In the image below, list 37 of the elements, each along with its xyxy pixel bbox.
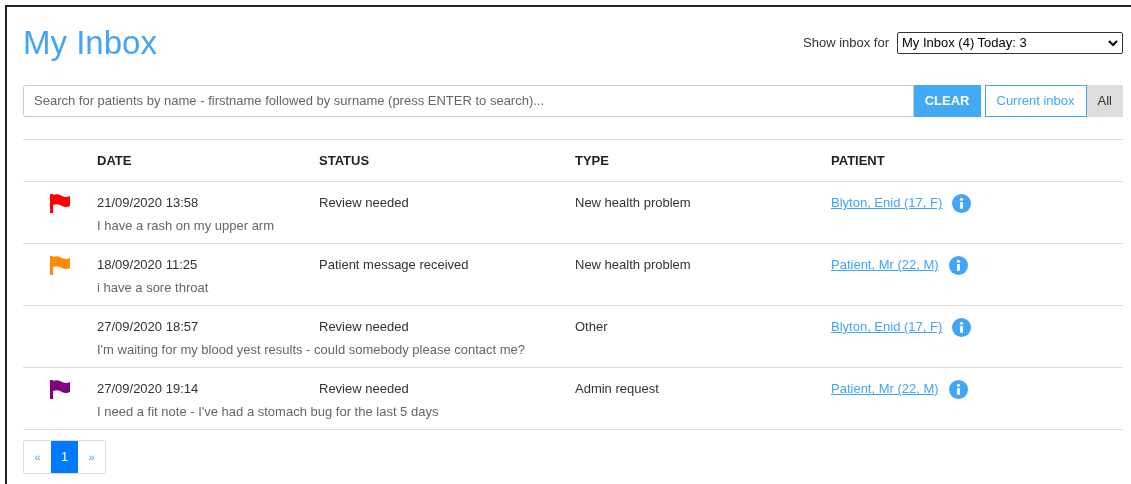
type-text: Other	[575, 319, 608, 335]
patient-link[interactable]: Patient, Mr (22, M)	[831, 379, 939, 399]
message-preview: I need a fit note - I've had a stomach bug for the last 5 days	[97, 404, 439, 419]
status-text: Review needed	[319, 319, 409, 335]
message-preview: I'm waiting for my blood yest results - could somebody please contact me?	[97, 342, 526, 357]
page-button[interactable]: 1	[51, 441, 78, 473]
date-text: 27/09/2020 18:57	[97, 319, 199, 335]
filter-tab[interactable]: Current inbox	[984, 85, 1087, 117]
info-icon[interactable]	[952, 317, 972, 337]
info-icon[interactable]	[948, 379, 968, 399]
date-text: 27/09/2020 19:14	[97, 381, 199, 397]
filter-tab[interactable]: All	[1086, 85, 1123, 117]
date-text: 21/09/2020 13:58	[97, 195, 199, 211]
search-field[interactable]: Search for patients by name - firstname followed by surname (press ENTER to search)...	[23, 85, 914, 117]
status-text: Patient message received	[319, 257, 469, 273]
message-preview: i have a sore throat	[97, 280, 209, 295]
inbox-dropdown[interactable]: My Inbox (4) Today: 3	[897, 32, 1123, 54]
column-header: PATIENT	[831, 152, 885, 168]
message-preview: I have a rash on my upper arm	[97, 218, 275, 233]
clear-button[interactable]: CLEAR	[913, 85, 981, 117]
info-icon[interactable]	[948, 255, 968, 275]
type-text: New health problem	[575, 195, 691, 211]
date-text: 18/09/2020 11:25	[97, 257, 198, 273]
patient-link[interactable]: Blyton, Enid (17, F)	[831, 193, 943, 213]
patient-link[interactable]: Blyton, Enid (17, F)	[831, 317, 943, 337]
info-icon[interactable]	[952, 193, 972, 213]
column-header: STATUS	[319, 152, 370, 168]
status-text: Review needed	[319, 381, 409, 397]
column-header: DATE	[97, 152, 132, 168]
type-text: New health problem	[575, 257, 691, 273]
patient-link[interactable]: Patient, Mr (22, M)	[831, 255, 939, 275]
inbox-label: Show inbox for	[803, 34, 889, 53]
column-header: TYPE	[575, 152, 609, 168]
type-text: Admin request	[575, 381, 659, 397]
caret-icon	[1108, 39, 1118, 47]
status-text: Review needed	[319, 195, 409, 211]
page-title: My Inbox	[23, 23, 157, 63]
